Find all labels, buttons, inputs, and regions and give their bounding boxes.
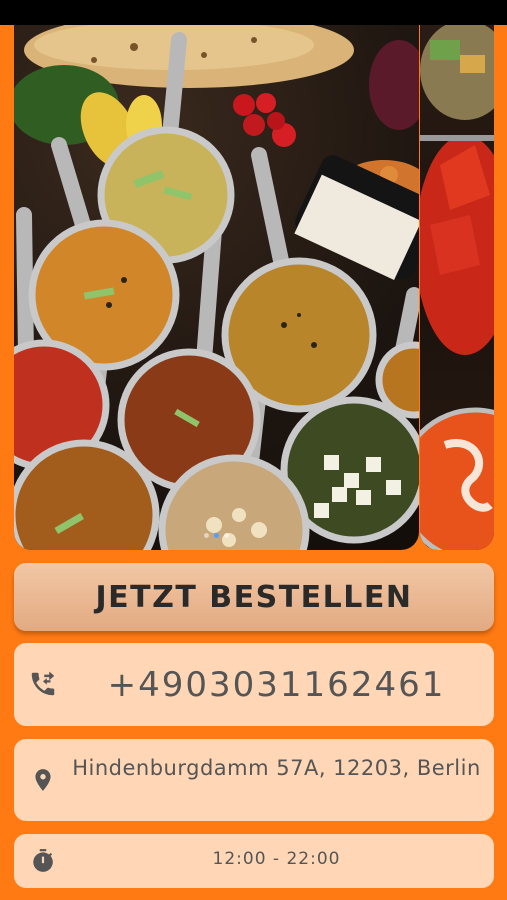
location-pin-icon: [28, 765, 58, 795]
carousel-dot[interactable]: [204, 533, 209, 538]
carousel-dot-active[interactable]: [214, 533, 219, 538]
next-food-photo: [420, 25, 494, 550]
phone-forward-icon: [28, 669, 58, 699]
stopwatch-icon: [28, 846, 58, 876]
opening-hours-card: 12:00 - 22:00: [14, 834, 494, 888]
food-photo: [14, 25, 419, 550]
carousel-dot[interactable]: [224, 533, 229, 538]
opening-hours-text: 12:00 - 22:00: [212, 849, 341, 869]
address-text[interactable]: Hindenburgdamm 57A, 12203, Berlin: [69, 754, 484, 782]
carousel-slide-next-preview[interactable]: [420, 25, 494, 550]
order-now-button[interactable]: JETZT BESTELLEN: [14, 563, 494, 631]
address-card[interactable]: Hindenburgdamm 57A, 12203, Berlin: [14, 739, 494, 821]
phone-number[interactable]: +4903031162461: [69, 665, 484, 705]
carousel-slide-indian-dishes: [14, 25, 419, 550]
food-image-carousel[interactable]: [14, 25, 494, 550]
status-bar: [0, 0, 507, 25]
phone-card[interactable]: +4903031162461: [14, 643, 494, 726]
carousel-indicator: [14, 533, 419, 543]
